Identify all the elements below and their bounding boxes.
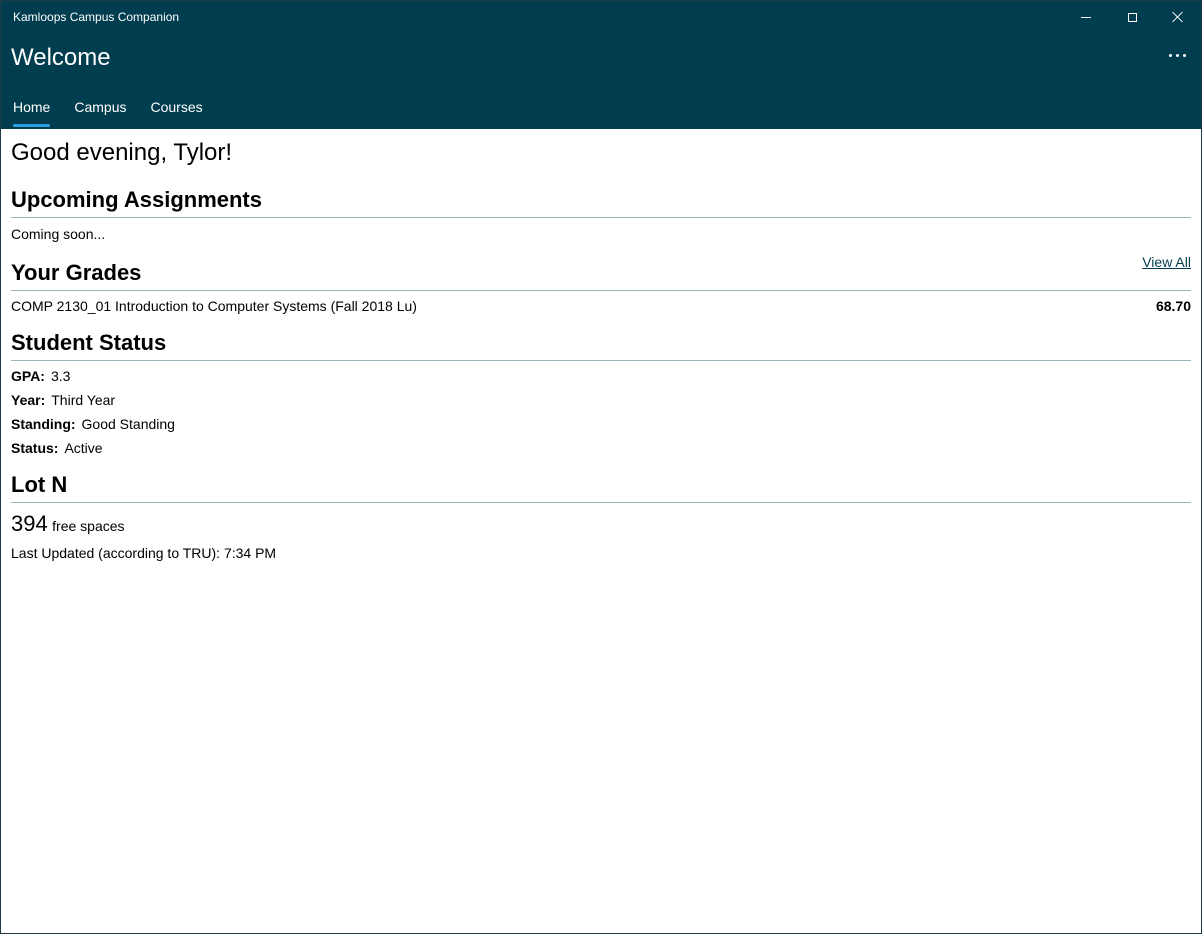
- tab-bar: Home Campus Courses: [1, 89, 215, 129]
- free-spaces-label: free spaces: [52, 518, 125, 534]
- grades-header: Your Grades View All: [11, 254, 1191, 291]
- minimize-button[interactable]: [1063, 1, 1109, 33]
- app-window: Kamloops Campus Companion Welcome Home C…: [0, 0, 1202, 934]
- standing-row: Standing: Good Standing: [11, 416, 1191, 432]
- maximize-button[interactable]: [1109, 1, 1155, 33]
- app-header: Kamloops Campus Companion Welcome Home C…: [1, 1, 1201, 129]
- ellipsis-icon: [1175, 53, 1179, 57]
- course-grade: 68.70: [1155, 298, 1191, 314]
- ellipsis-icon: [1168, 53, 1172, 57]
- tab-courses[interactable]: Courses: [139, 89, 215, 125]
- section-title: Student Status: [11, 330, 167, 355]
- tab-campus[interactable]: Campus: [62, 89, 138, 125]
- gpa-value: 3.3: [50, 368, 71, 384]
- status-header: Student Status: [11, 330, 1191, 361]
- ellipsis-icon: [1182, 53, 1186, 57]
- year-label: Year:: [11, 392, 46, 408]
- standing-label: Standing:: [11, 416, 76, 432]
- close-icon: [1172, 11, 1184, 23]
- more-options-button[interactable]: [1159, 43, 1195, 67]
- home-content: Good evening, Tylor! Upcoming Assignment…: [1, 139, 1201, 561]
- section-title: Lot N: [11, 472, 68, 497]
- status-label: Status:: [11, 440, 59, 456]
- year-row: Year: Third Year: [11, 392, 1191, 408]
- app-title: Kamloops Campus Companion: [13, 10, 180, 24]
- year-value: Third Year: [51, 392, 116, 408]
- greeting: Good evening, Tylor!: [11, 139, 233, 166]
- grade-row[interactable]: COMP 2130_01 Introduction to Computer Sy…: [11, 298, 1191, 314]
- page-title: Welcome: [11, 44, 111, 71]
- free-spaces-count: 394: [11, 511, 48, 536]
- view-all-link[interactable]: View All: [1142, 254, 1191, 270]
- assignments-header: Upcoming Assignments: [11, 187, 1191, 218]
- status-value: Active: [64, 440, 103, 456]
- course-name: COMP 2130_01 Introduction to Computer Sy…: [11, 298, 417, 314]
- tab-home[interactable]: Home: [1, 89, 62, 127]
- lot-header: Lot N: [11, 472, 1191, 503]
- last-updated: Last Updated (according to TRU): 7:34 PM: [11, 545, 277, 561]
- minimize-icon: [1081, 16, 1091, 18]
- assignments-placeholder: Coming soon...: [11, 226, 106, 242]
- gpa-row: GPA: 3.3: [11, 368, 1191, 384]
- lot-availability: 394 free spaces: [11, 511, 1191, 537]
- close-button[interactable]: [1155, 1, 1201, 33]
- section-title: Upcoming Assignments: [11, 187, 262, 212]
- title-bar[interactable]: Kamloops Campus Companion: [1, 1, 1201, 33]
- standing-value: Good Standing: [81, 416, 175, 432]
- status-row: Status: Active: [11, 440, 1191, 456]
- gpa-label: GPA:: [11, 368, 45, 384]
- maximize-icon: [1127, 12, 1137, 22]
- section-title: Your Grades: [11, 260, 142, 285]
